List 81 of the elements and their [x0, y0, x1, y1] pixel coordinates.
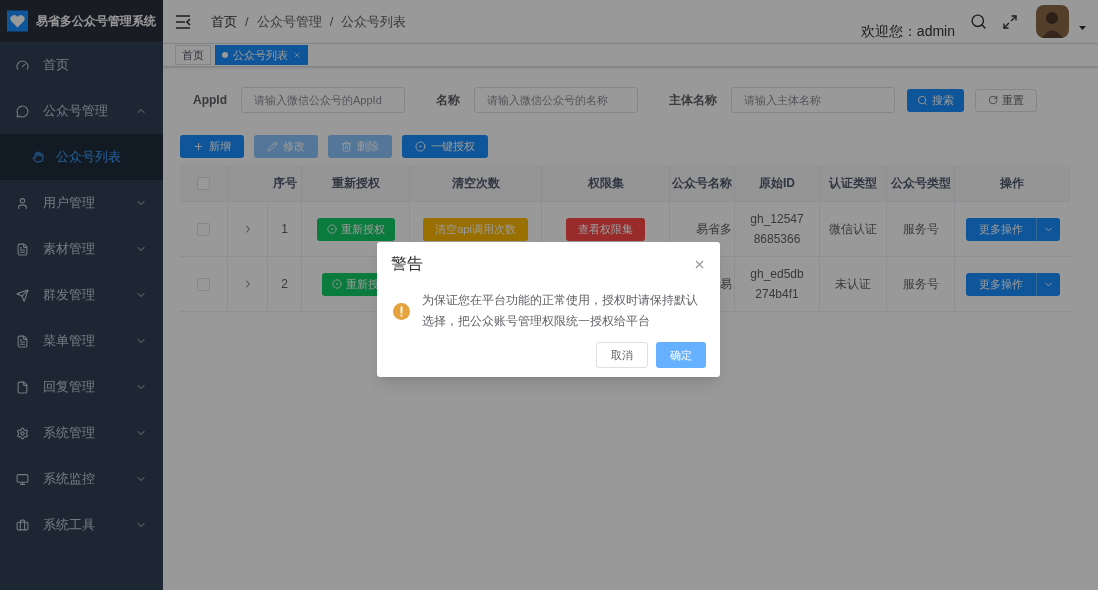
- table-cell-text: gh_12547: [750, 211, 804, 228]
- page-tab[interactable]: 首页: [175, 45, 211, 65]
- table-cell-text: 8685366: [753, 231, 801, 248]
- table-cell-text: 易省多: [696, 221, 732, 238]
- sidebar-item[interactable]: 首页: [0, 42, 163, 88]
- monitor-icon: [16, 472, 29, 486]
- user-icon: [16, 196, 29, 210]
- table-cell-text: 易: [720, 276, 732, 293]
- breadcrumb-separator: /: [245, 12, 249, 31]
- dialog-message: 为保证您在平台功能的正常使用，授权时请保持默认选择，把公众账号管理权限统一授权给平台: [422, 293, 699, 329]
- welcome-text: 欢迎您：admin: [860, 22, 955, 41]
- column-header: 公众号类型: [890, 175, 951, 192]
- table-cell-text: 服务号: [902, 276, 939, 293]
- sidebar-item[interactable]: 素材管理: [0, 226, 163, 272]
- search-icon: [917, 94, 928, 106]
- close-icon[interactable]: [293, 51, 301, 59]
- heart-logo-icon: [7, 8, 28, 34]
- table-cell-text: gh_ed5db: [750, 266, 804, 283]
- settings-icon: [16, 426, 29, 440]
- circle-icon: [332, 279, 342, 289]
- pencil-icon: [267, 141, 278, 152]
- file-icon: [16, 380, 29, 394]
- chat-icon: [16, 104, 29, 118]
- view-permissions-button[interactable]: 查看权限集: [566, 217, 645, 241]
- confirm-button[interactable]: 确定: [656, 342, 706, 368]
- gauge-icon: [16, 58, 29, 72]
- sidebar-item[interactable]: 系统管理: [0, 410, 163, 456]
- search-button[interactable]: 搜索: [907, 88, 964, 112]
- column-header: 公众号名称: [672, 175, 732, 192]
- breadcrumb-separator: /: [329, 12, 334, 31]
- page-tab[interactable]: 公众号列表: [215, 45, 308, 65]
- refresh-icon: [988, 95, 998, 105]
- circle-icon: [326, 224, 337, 234]
- sidebar-item[interactable]: 系统监控: [0, 456, 163, 502]
- field-label: AppId: [193, 92, 227, 109]
- table-cell-text: 微信认证: [829, 221, 877, 238]
- table-cell-text: 2: [281, 276, 288, 293]
- avatar-icon[interactable]: [1036, 5, 1069, 38]
- sidebar-item[interactable]: 菜单管理: [0, 318, 163, 364]
- column-header: 清空次数: [451, 175, 500, 192]
- plus-icon: [193, 141, 204, 152]
- app-title: 易省多公众号管理系统: [36, 13, 156, 30]
- table-cell-text: 274b4f1: [755, 286, 799, 303]
- sidebar-item[interactable]: 回复管理: [0, 364, 163, 410]
- table-cell-text: 1: [281, 221, 288, 238]
- briefcase-icon: [16, 518, 29, 532]
- reauthorize-button[interactable]: 重新授权: [316, 217, 395, 241]
- table-cell-text: 未认证: [835, 276, 871, 293]
- circle-icon: [415, 141, 426, 152]
- column-header: 序号: [272, 175, 297, 192]
- cancel-button[interactable]: 取消: [596, 342, 648, 368]
- column-header: 原始ID: [759, 175, 795, 192]
- sidebar-item[interactable]: 群发管理: [0, 272, 163, 318]
- field-label: 主体名称: [669, 92, 717, 109]
- column-header: 权限集: [587, 175, 624, 192]
- sidebar-item[interactable]: 系统工具: [0, 502, 163, 548]
- document-icon: [16, 242, 29, 256]
- menu-icon[interactable]: [175, 14, 191, 29]
- warning-icon: [393, 302, 410, 320]
- paper-plane-icon: [16, 288, 29, 302]
- column-header: 操作: [1000, 175, 1024, 192]
- breadcrumb-item[interactable]: 公众号管理: [256, 11, 322, 32]
- toolbar-button[interactable]: 一键授权: [402, 135, 488, 158]
- table-cell-text: 服务号: [902, 221, 939, 238]
- dialog-title: 警告: [391, 254, 423, 274]
- input-field[interactable]: 请输入主体名称: [731, 87, 895, 113]
- submenu-item[interactable]: 公众号列表: [0, 134, 163, 180]
- document-icon: [16, 334, 29, 348]
- breadcrumb-item[interactable]: 首页: [211, 11, 237, 32]
- field-label: 名称: [436, 92, 460, 109]
- sidebar-item[interactable]: 用户管理: [0, 180, 163, 226]
- breadcrumb-item: 公众号列表: [341, 12, 407, 31]
- search-icon[interactable]: [970, 13, 987, 30]
- column-header: 重新授权: [331, 175, 380, 192]
- reset-button[interactable]: 重置: [975, 88, 1037, 112]
- sidebar-item[interactable]: 公众号管理: [0, 88, 163, 134]
- fullscreen-icon[interactable]: [1002, 13, 1018, 30]
- dropdown-caret-icon[interactable]: [1079, 25, 1086, 30]
- trash-icon: [341, 141, 352, 152]
- column-header: 认证类型: [829, 175, 877, 192]
- toolbar-button[interactable]: 新增: [180, 135, 244, 158]
